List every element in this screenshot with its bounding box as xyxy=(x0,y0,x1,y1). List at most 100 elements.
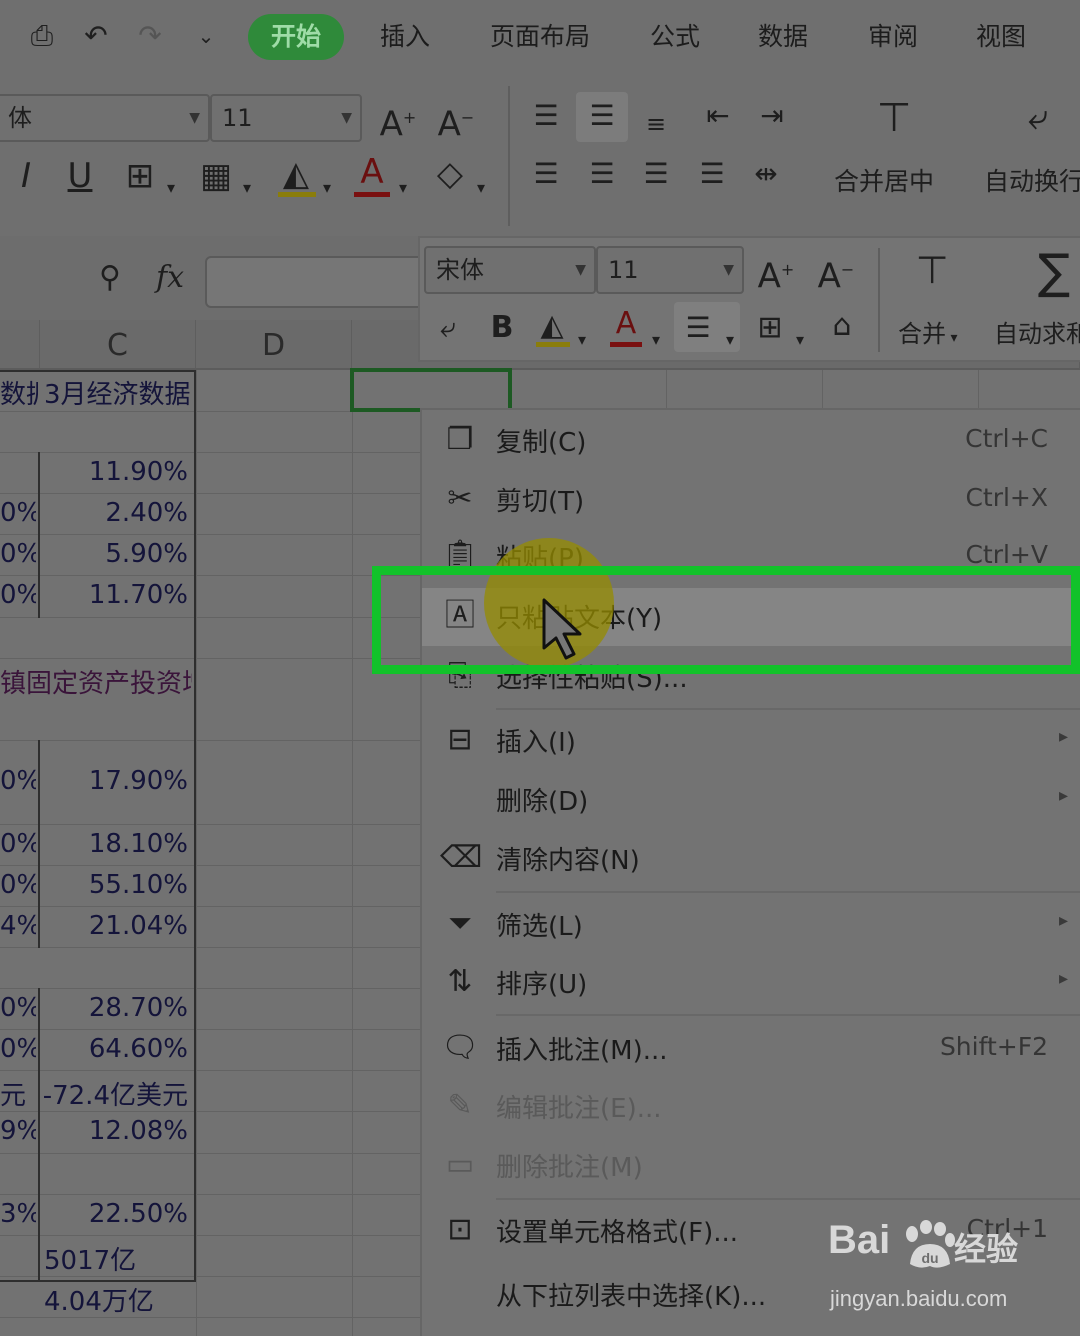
table-cell[interactable]: 5.90% xyxy=(42,539,188,569)
cell-style-icon[interactable]: ▦ xyxy=(194,156,238,196)
menu-item-insert[interactable]: ⊟ 插入(I) ▸ xyxy=(422,712,1080,770)
chevron-down-icon[interactable]: ▾ xyxy=(162,168,180,208)
chevron-down-icon[interactable]: ▾ xyxy=(394,168,412,208)
column-header-d[interactable]: D xyxy=(196,320,352,370)
table-cell[interactable]: 9% xyxy=(0,1116,36,1146)
font-size-select[interactable]: 11 ▼ xyxy=(210,94,362,142)
align-center-icon[interactable]: ☰ xyxy=(678,308,718,348)
table-cell[interactable]: 0% xyxy=(0,829,36,859)
table-cell[interactable]: 0% xyxy=(0,870,36,900)
table-cell[interactable]: 55.10% xyxy=(42,870,188,900)
wrap-text-label[interactable]: 自动换行 xyxy=(984,162,1080,198)
mini-font-size-select[interactable]: 11 ▼ xyxy=(596,246,744,294)
tab-page-layout[interactable]: 页面布局 xyxy=(480,14,600,60)
font-name-select[interactable]: 体 ▼ xyxy=(0,94,210,142)
table-cell[interactable]: 12.08% xyxy=(42,1116,188,1146)
redo-icon[interactable]: ↷ xyxy=(132,18,168,54)
fill-color-icon[interactable]: ◭ xyxy=(532,306,572,346)
menu-item-insert-comment[interactable]: 🗨︎ 插入批注(M)... Shift+F2 xyxy=(422,1020,1080,1078)
menu-item-clear-contents[interactable]: ⌫ 清除内容(N) xyxy=(422,830,1080,888)
decrease-indent-icon[interactable]: ⇤ xyxy=(696,96,740,136)
table-cell[interactable]: 28.70% xyxy=(42,993,188,1023)
chevron-down-icon[interactable]: ▾ xyxy=(792,320,808,360)
cell-b-header[interactable]: 数据 xyxy=(0,374,38,411)
table-cell[interactable]: -72.4亿美元 xyxy=(42,1075,188,1112)
merge-center-icon[interactable]: ⊤ xyxy=(866,98,922,138)
font-color-icon[interactable]: A xyxy=(350,152,394,192)
table-cell[interactable]: 18.10% xyxy=(42,829,188,859)
table-cell[interactable]: 3% xyxy=(0,1199,36,1229)
table-cell[interactable]: 0% xyxy=(0,539,36,569)
cell-c-header[interactable]: 3月经济数据 xyxy=(44,374,194,411)
mini-font-name-select[interactable]: 宋体 ▼ xyxy=(424,246,596,294)
decrease-font-icon[interactable]: A− xyxy=(434,98,478,144)
table-cell[interactable]: 17.90% xyxy=(42,766,188,796)
tab-view[interactable]: 视图 xyxy=(966,14,1036,60)
chevron-down-icon[interactable]: ▾ xyxy=(722,320,738,360)
align-right-icon[interactable]: ☰ xyxy=(636,154,676,194)
customize-quick-access-icon[interactable]: ⌄ xyxy=(188,18,224,54)
table-cell[interactable]: 4% xyxy=(0,911,36,941)
menu-item-copy[interactable]: ❐ 复制(C) Ctrl+C xyxy=(422,412,1080,470)
align-center-icon[interactable]: ☰ xyxy=(580,154,624,194)
tab-home[interactable]: 开始 xyxy=(248,14,344,60)
increase-font-icon[interactable]: A+ xyxy=(754,250,798,296)
chevron-down-icon[interactable]: ▾ xyxy=(238,168,256,208)
selected-cell[interactable] xyxy=(350,368,512,412)
tab-formulas[interactable]: 公式 xyxy=(640,14,710,60)
decrease-font-icon[interactable]: A− xyxy=(814,250,858,296)
align-top-icon[interactable]: ☰ xyxy=(526,96,566,136)
merge-icon[interactable]: ⊤ xyxy=(904,250,960,290)
format-painter-icon[interactable]: ⌂ xyxy=(820,306,864,346)
align-middle-icon[interactable]: ☰ xyxy=(580,96,624,136)
table-cell[interactable]: 22.50% xyxy=(42,1199,188,1229)
tab-insert[interactable]: 插入 xyxy=(370,14,440,60)
align-bottom-icon[interactable]: ≡ xyxy=(636,104,676,144)
table-cell[interactable]: 0% xyxy=(0,580,36,610)
fill-color-icon[interactable]: ◭ xyxy=(274,154,318,194)
table-cell[interactable]: 4.04万亿 xyxy=(44,1281,190,1318)
table-cell[interactable]: 元 xyxy=(0,1075,36,1112)
chevron-down-icon[interactable]: ▾ xyxy=(318,168,336,208)
table-cell[interactable]: 0% xyxy=(0,993,36,1023)
autosum-icon[interactable]: ∑ xyxy=(1028,246,1080,298)
borders-icon[interactable]: ⊞ xyxy=(750,308,790,348)
column-header-c[interactable]: C xyxy=(40,320,196,370)
autosum-label[interactable]: 自动求和 xyxy=(994,314,1080,349)
font-color-icon[interactable]: A xyxy=(606,304,646,344)
bold-icon[interactable]: B xyxy=(482,308,522,348)
table-cell[interactable]: 21.04% xyxy=(42,911,188,941)
table-cell[interactable]: 5017亿 xyxy=(44,1240,190,1277)
tab-review[interactable]: 审阅 xyxy=(858,14,928,60)
menu-item-sort[interactable]: ⇅ 排序(U) ▸ xyxy=(422,954,1080,1012)
column-header-b[interactable] xyxy=(0,320,40,370)
undo-icon[interactable]: ↶ xyxy=(78,18,114,54)
merge-label[interactable]: 合并 ▾ xyxy=(898,314,957,349)
borders-icon[interactable]: ⊞ xyxy=(118,156,162,196)
table-cell[interactable]: 0% xyxy=(0,498,36,528)
increase-indent-icon[interactable]: ⇥ xyxy=(750,96,794,136)
table-cell[interactable]: 2.40% xyxy=(42,498,188,528)
menu-item-filter[interactable]: ⏷ 筛选(L) ▸ xyxy=(422,896,1080,954)
print-preview-icon[interactable]: ⎙ xyxy=(24,18,60,54)
italic-icon[interactable]: I xyxy=(6,156,46,196)
formula-input[interactable] xyxy=(205,256,430,308)
clear-format-icon[interactable]: ◇ xyxy=(428,154,472,194)
table-cell[interactable]: 64.60% xyxy=(42,1034,188,1064)
zoom-icon[interactable]: ⚲ xyxy=(88,258,132,298)
table-cell[interactable]: 0% xyxy=(0,766,36,796)
distributed-align-icon[interactable]: ⇹ xyxy=(744,154,788,194)
table-cell[interactable]: 0% xyxy=(0,1034,36,1064)
merge-center-label[interactable]: 合并居中 xyxy=(834,162,934,198)
align-left-icon[interactable]: ☰ xyxy=(526,154,566,194)
menu-item-delete[interactable]: 删除(D) ▸ xyxy=(422,771,1080,829)
menu-item-cut[interactable]: ✂ 剪切(T) Ctrl+X xyxy=(422,471,1080,529)
justify-icon[interactable]: ☰ xyxy=(690,154,734,194)
fx-icon[interactable]: fx xyxy=(148,258,192,298)
chevron-down-icon[interactable]: ▾ xyxy=(472,168,490,208)
increase-font-icon[interactable]: A+ xyxy=(376,98,420,144)
chevron-down-icon[interactable]: ▾ xyxy=(648,320,664,360)
table-cell[interactable]: 镇固定资产投资增 xyxy=(0,663,192,700)
table-cell[interactable]: 11.90% xyxy=(42,457,188,487)
chevron-down-icon[interactable]: ▾ xyxy=(574,320,590,360)
